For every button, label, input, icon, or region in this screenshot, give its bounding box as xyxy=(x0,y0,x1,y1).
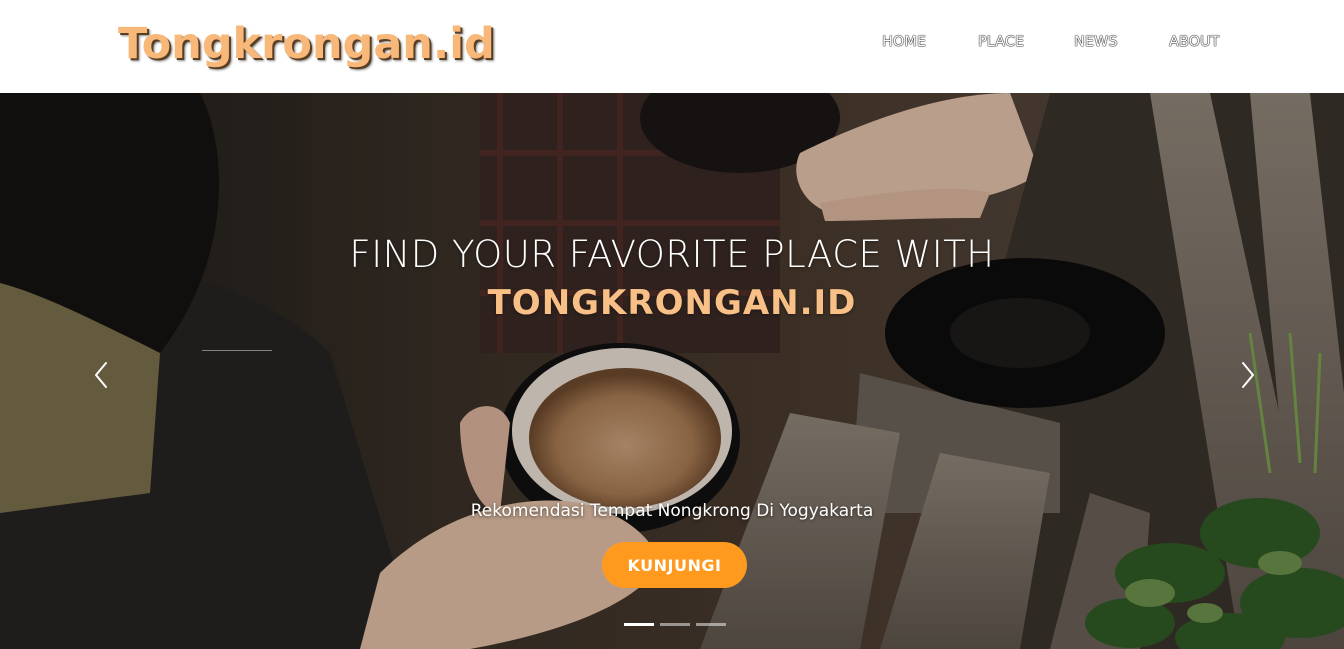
hero-divider xyxy=(202,350,272,351)
nav-place-link[interactable]: PLACE xyxy=(978,34,1024,50)
nav-news-link[interactable]: NEWS xyxy=(1074,34,1118,50)
carousel-indicator-2[interactable] xyxy=(660,623,690,626)
carousel-prev-button[interactable] xyxy=(86,355,116,395)
hero-brand-heading: TONGKRONGAN.ID xyxy=(487,283,857,323)
carousel-indicator-1[interactable] xyxy=(624,623,654,626)
carousel-indicators xyxy=(624,623,734,627)
carousel-next-button[interactable] xyxy=(1233,355,1263,395)
hero-subtitle: Rekomendasi Tempat Nongkrong Di Yogyakar… xyxy=(470,501,874,521)
hero-heading: FIND YOUR FAVORITE PLACE WITH xyxy=(349,233,995,276)
kunjungi-button[interactable]: KUNJUNGI xyxy=(602,542,747,588)
nav-about-link[interactable]: ABOUT xyxy=(1169,34,1220,50)
navbar: Tongkrongan.id HOME PLACE NEWS ABOUT xyxy=(0,0,1344,93)
chevron-left-icon xyxy=(95,362,107,388)
nav-home-link[interactable]: HOME xyxy=(882,34,926,50)
brand-logo[interactable]: Tongkrongan.id xyxy=(118,14,495,74)
chevron-right-icon xyxy=(1242,362,1254,388)
hero-carousel: FIND YOUR FAVORITE PLACE WITH TONGKRONGA… xyxy=(0,93,1344,649)
carousel-indicator-3[interactable] xyxy=(696,623,726,626)
